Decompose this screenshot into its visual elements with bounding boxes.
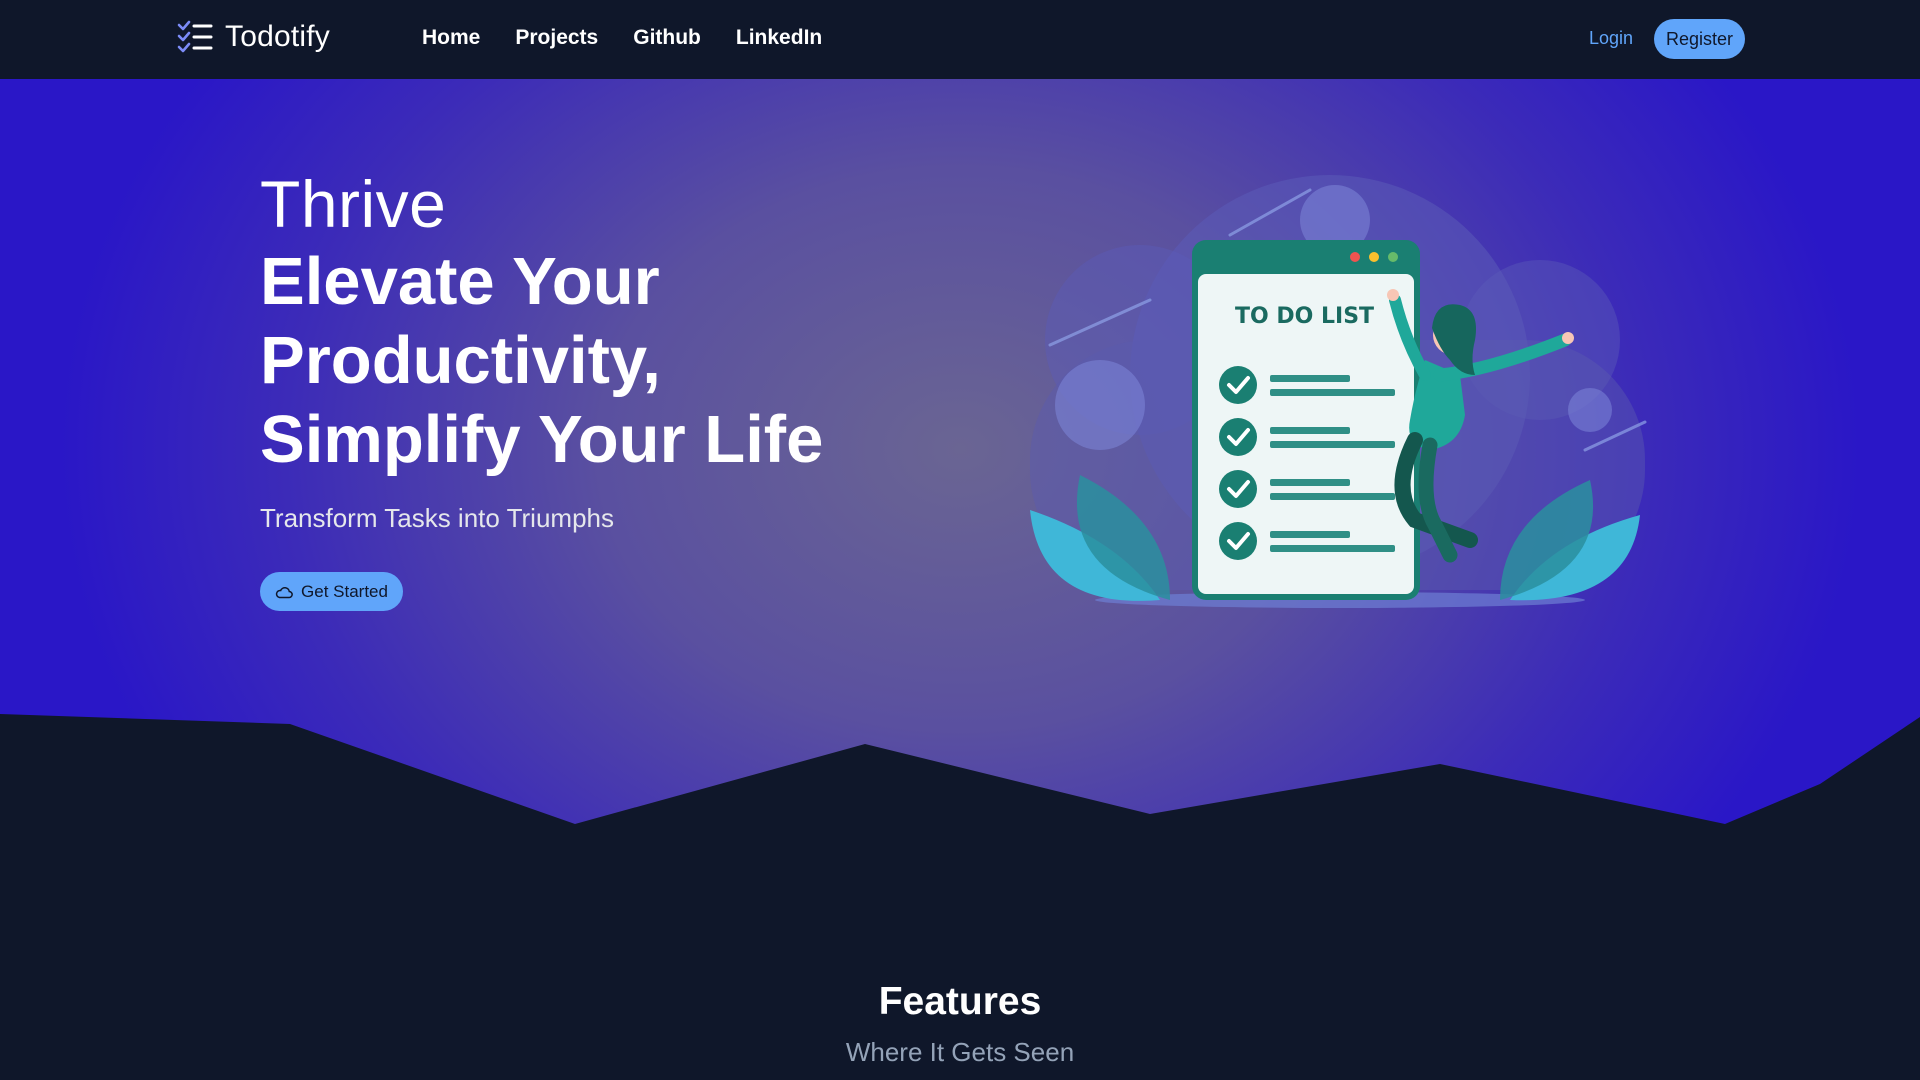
- brand-logo[interactable]: Todotify: [177, 20, 330, 54]
- hero-eyebrow: Thrive: [260, 167, 447, 241]
- todo-card-title: TO DO LIST: [1235, 304, 1374, 329]
- login-link[interactable]: Login: [1589, 28, 1633, 49]
- todo-list-illustration: TO DO LIST: [1030, 175, 1647, 608]
- nav-link-linkedin[interactable]: LinkedIn: [736, 26, 822, 50]
- features-title: Features: [878, 980, 1042, 1023]
- get-started-button[interactable]: Get Started: [260, 572, 403, 611]
- features-subtitle: Where It Gets Seen: [845, 1037, 1075, 1067]
- hero-subtitle: Transform Tasks into Triumphs: [260, 503, 614, 533]
- top-navbar: Todotify Home Projects Github LinkedIn L…: [0, 0, 1920, 79]
- brand-name: Todotify: [225, 20, 330, 53]
- cloud-icon: [275, 586, 293, 598]
- nav-link-projects[interactable]: Projects: [515, 26, 598, 50]
- nav-link-github[interactable]: Github: [633, 26, 701, 50]
- register-button[interactable]: Register: [1654, 19, 1745, 59]
- nav-link-home[interactable]: Home: [422, 26, 480, 50]
- main-menu: Home Projects Github LinkedIn: [422, 26, 822, 50]
- get-started-label: Get Started: [301, 581, 388, 601]
- checklist-icon: [177, 20, 213, 53]
- hero-headline: Elevate Your Productivity, Simplify Your…: [260, 244, 824, 477]
